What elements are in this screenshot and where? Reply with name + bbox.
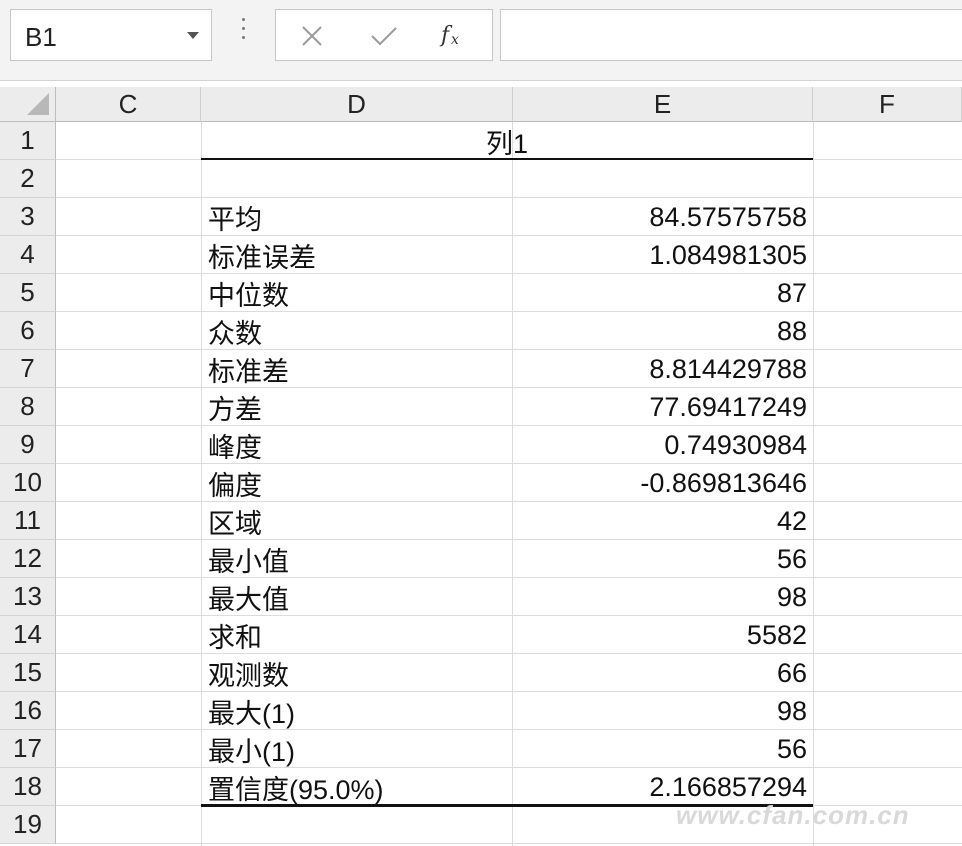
stat-value-cell[interactable]: 1.084981305 (513, 236, 813, 274)
row-header[interactable]: 3 (0, 198, 56, 236)
stat-label-cell[interactable]: 中位数 (206, 274, 512, 312)
column-header-f[interactable]: F (813, 87, 962, 122)
stat-value-cell[interactable]: 84.57575758 (513, 198, 813, 236)
row-header[interactable]: 4 (0, 236, 56, 274)
stat-value-cell[interactable]: 98 (513, 578, 813, 616)
stat-value-cell[interactable]: 77.69417249 (513, 388, 813, 426)
cancel-icon[interactable] (292, 18, 332, 54)
stat-label-cell[interactable]: 最大值 (206, 578, 512, 616)
stat-label-cell[interactable]: 最小值 (206, 540, 512, 578)
enter-check-icon[interactable] (364, 18, 404, 54)
stat-label-cell[interactable]: 平均 (206, 198, 512, 236)
row-header[interactable]: 19 (0, 806, 56, 844)
stat-label-cell[interactable]: 求和 (206, 616, 512, 654)
row-header[interactable]: 17 (0, 730, 56, 768)
row-header[interactable]: 6 (0, 312, 56, 350)
stat-label-cell[interactable]: 众数 (206, 312, 512, 350)
name-box-value: B1 (25, 22, 57, 52)
formula-input[interactable] (500, 9, 962, 61)
select-all-corner[interactable] (0, 87, 56, 122)
stat-value-cell[interactable]: 8.814429788 (513, 350, 813, 388)
column-header-e[interactable]: E (513, 87, 813, 122)
stat-label-cell[interactable]: 观测数 (206, 654, 512, 692)
row-header[interactable]: 8 (0, 388, 56, 426)
formula-bar: B1 fx (0, 0, 962, 81)
insert-function-icon[interactable]: fx (434, 18, 474, 54)
stat-value-cell[interactable]: 56 (513, 730, 813, 768)
row-header[interactable]: 1 (0, 122, 56, 160)
stat-label-cell[interactable]: 标准误差 (206, 236, 512, 274)
stat-value-cell[interactable]: 42 (513, 502, 813, 540)
row-header[interactable]: 9 (0, 426, 56, 464)
stat-value-cell[interactable]: 66 (513, 654, 813, 692)
row-header[interactable]: 13 (0, 578, 56, 616)
more-options-icon[interactable] (238, 18, 248, 52)
stat-label-cell[interactable]: 最小(1) (206, 730, 512, 768)
row-header[interactable]: 18 (0, 768, 56, 806)
stat-value-cell[interactable]: 5582 (513, 616, 813, 654)
table-header-cell[interactable]: 列1 (201, 122, 813, 160)
name-box-dropdown-icon[interactable] (187, 32, 199, 39)
stat-value-cell[interactable]: 98 (513, 692, 813, 730)
row-header[interactable]: 15 (0, 654, 56, 692)
stat-value-cell[interactable]: 56 (513, 540, 813, 578)
row-header[interactable]: 11 (0, 502, 56, 540)
stat-value-cell[interactable]: 0.74930984 (513, 426, 813, 464)
column-header-d[interactable]: D (201, 87, 513, 122)
row-header[interactable]: 10 (0, 464, 56, 502)
row-header[interactable]: 5 (0, 274, 56, 312)
row-header[interactable]: 7 (0, 350, 56, 388)
stat-label-cell[interactable]: 偏度 (206, 464, 512, 502)
stat-value-cell[interactable]: -0.869813646 (513, 464, 813, 502)
formula-buttons: fx (275, 9, 493, 61)
row-header[interactable]: 12 (0, 540, 56, 578)
row-header[interactable]: 2 (0, 160, 56, 198)
row-header[interactable]: 16 (0, 692, 56, 730)
stat-label-cell[interactable]: 置信度(95.0%) (206, 768, 512, 806)
name-box[interactable]: B1 (10, 9, 212, 61)
stat-value-cell[interactable]: 88 (513, 312, 813, 350)
watermark: www.cfan.com.cn (676, 800, 910, 830)
stat-label-cell[interactable]: 方差 (206, 388, 512, 426)
stat-label-cell[interactable]: 区域 (206, 502, 512, 540)
svg-text:x: x (451, 32, 459, 48)
stat-label-cell[interactable]: 峰度 (206, 426, 512, 464)
row-header[interactable]: 14 (0, 616, 56, 654)
stat-value-cell[interactable]: 87 (513, 274, 813, 312)
stat-label-cell[interactable]: 标准差 (206, 350, 512, 388)
header-underline (201, 158, 813, 160)
stat-label-cell[interactable]: 最大(1) (206, 692, 512, 730)
column-header-c[interactable]: C (56, 87, 201, 122)
